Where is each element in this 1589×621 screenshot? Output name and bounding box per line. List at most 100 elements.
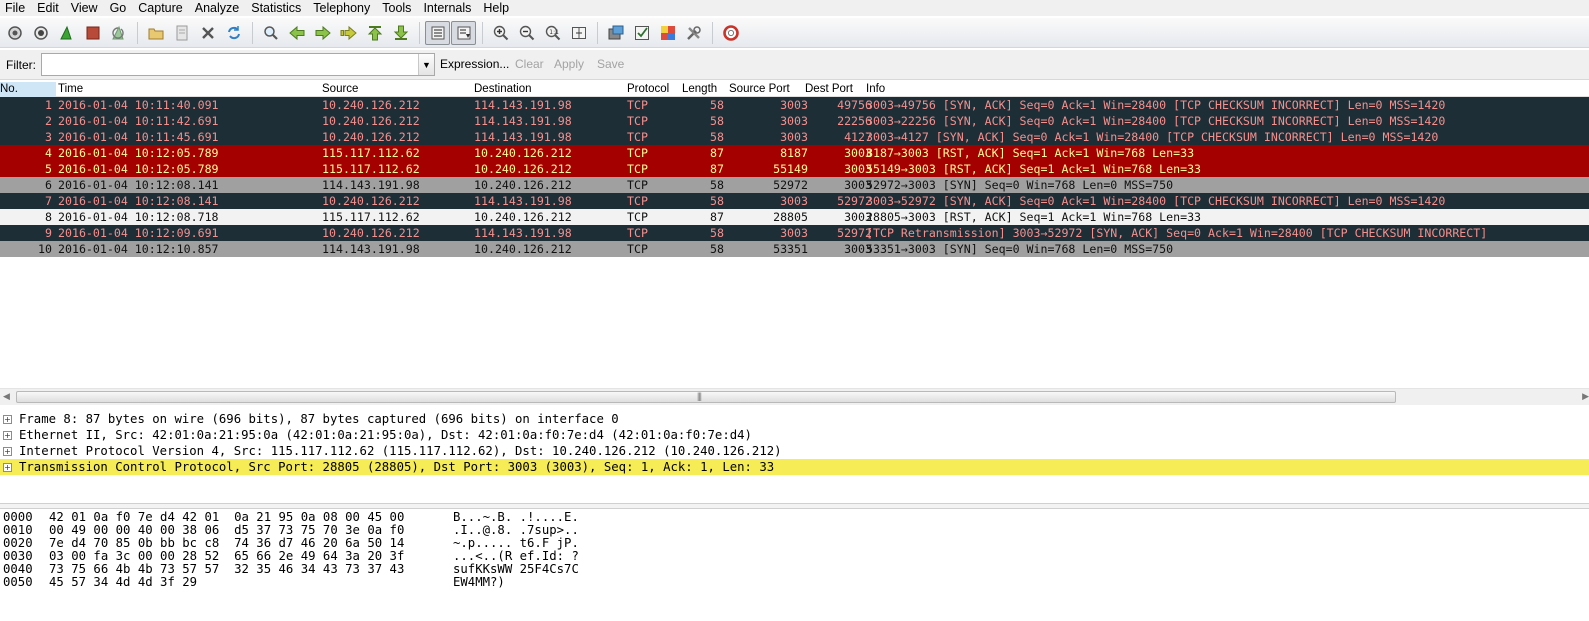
- packet-source-port: 52972: [773, 178, 808, 192]
- detail-tree-item[interactable]: + Frame 8: 87 bytes on wire (696 bits), 8…: [0, 411, 1589, 427]
- interface-list-icon[interactable]: [2, 21, 27, 45]
- packet-row[interactable]: 5 2016-01-04 10:12:05.789 115.117.112.62 10…: [0, 161, 1589, 177]
- resize-columns-icon[interactable]: [566, 21, 591, 45]
- packet-row[interactable]: 4 2016-01-04 10:12:05.789 115.117.112.62 10…: [0, 145, 1589, 161]
- menu-telephony[interactable]: Telephony: [307, 0, 376, 16]
- menu-file[interactable]: File: [0, 0, 31, 16]
- scroll-right-icon[interactable]: ▶: [1582, 391, 1589, 402]
- packet-source-port: 53351: [773, 242, 808, 256]
- packet-source-port: 3003: [780, 130, 808, 144]
- packet-list: 1 2016-01-04 10:11:40.091 10.240.126.212 11…: [0, 97, 1589, 257]
- expand-icon[interactable]: +: [3, 463, 12, 472]
- preferences-icon[interactable]: [681, 21, 706, 45]
- go-back-icon[interactable]: [284, 21, 309, 45]
- column-header-time[interactable]: Time: [58, 82, 83, 97]
- packet-source-port: 55149: [773, 162, 808, 176]
- filter-label: Filter:: [6, 57, 36, 72]
- go-last-icon[interactable]: [388, 21, 413, 45]
- find-packet-icon[interactable]: [258, 21, 283, 45]
- filter-combobox[interactable]: ▼: [41, 53, 435, 76]
- packet-row[interactable]: 8 2016-01-04 10:12:08.718 115.117.112.62 10…: [0, 209, 1589, 225]
- hex-bytes[interactable]: 45 57 34 4d 4d 3f 29: [49, 576, 197, 589]
- menu-statistics[interactable]: Statistics: [245, 0, 307, 16]
- column-header-protocol[interactable]: Protocol: [627, 82, 669, 97]
- packet-row[interactable]: 7 2016-01-04 10:12:08.141 10.240.126.212 11…: [0, 193, 1589, 209]
- go-to-packet-icon[interactable]: [336, 21, 361, 45]
- packet-length: 58: [710, 226, 724, 240]
- zoom-normal-icon[interactable]: 1:1: [540, 21, 565, 45]
- save-button[interactable]: Save: [597, 57, 624, 71]
- capture-options-icon[interactable]: [28, 21, 53, 45]
- packet-row[interactable]: 10 2016-01-04 10:12:10.857 114.143.191.98 1…: [0, 241, 1589, 257]
- save-file-icon[interactable]: [169, 21, 194, 45]
- hex-ascii[interactable]: EW4MM?): [453, 576, 505, 589]
- packet-protocol: TCP: [627, 114, 648, 128]
- auto-scroll-icon[interactable]: [451, 20, 476, 45]
- column-header-dest-port[interactable]: Dest Port: [805, 82, 853, 97]
- scroll-left-icon[interactable]: ◀: [3, 391, 10, 402]
- detail-tree-item[interactable]: + Transmission Control Protocol, Src Port…: [0, 459, 1589, 475]
- packet-info: 28805→3003 [RST, ACK] Seq=1 Ack=1 Win=76…: [866, 210, 1202, 224]
- close-file-icon[interactable]: [195, 21, 220, 45]
- colorize-icon[interactable]: [425, 20, 450, 45]
- zoom-in-icon[interactable]: [488, 21, 513, 45]
- packet-row[interactable]: 2 2016-01-04 10:11:42.691 10.240.126.212 11…: [0, 113, 1589, 129]
- reload-icon[interactable]: [221, 21, 246, 45]
- go-first-icon[interactable]: [362, 21, 387, 45]
- packet-row[interactable]: 1 2016-01-04 10:11:40.091 10.240.126.212 11…: [0, 97, 1589, 113]
- packet-source: 10.240.126.212: [322, 130, 420, 144]
- menu-tools[interactable]: Tools: [376, 0, 417, 16]
- expand-icon[interactable]: +: [3, 431, 12, 440]
- filter-input[interactable]: [42, 54, 418, 75]
- capture-filters-icon[interactable]: [603, 21, 628, 45]
- scrollbar-thumb[interactable]: |||: [16, 391, 1396, 403]
- display-filters-icon[interactable]: [629, 21, 654, 45]
- packet-source-port: 8187: [780, 146, 808, 160]
- toolbar-separator: [712, 21, 713, 44]
- menu-go[interactable]: Go: [104, 0, 133, 16]
- chevron-down-icon[interactable]: ▼: [418, 54, 434, 75]
- menu-view[interactable]: View: [65, 0, 104, 16]
- expression-button[interactable]: Expression...: [440, 57, 509, 71]
- packet-row[interactable]: 3 2016-01-04 10:11:45.691 10.240.126.212 11…: [0, 129, 1589, 145]
- detail-tree-item[interactable]: + Internet Protocol Version 4, Src: 115.1…: [0, 443, 1589, 459]
- pane-splitter[interactable]: [0, 503, 1589, 509]
- clear-button[interactable]: Clear: [515, 57, 544, 71]
- help-icon[interactable]: [718, 21, 743, 45]
- column-header-length[interactable]: Length: [682, 82, 717, 97]
- column-header-info[interactable]: Info: [866, 82, 885, 97]
- hex-offset[interactable]: 0050: [3, 576, 33, 589]
- restart-capture-icon[interactable]: [106, 21, 131, 45]
- packet-destination: 10.240.126.212: [474, 242, 572, 256]
- packet-length: 58: [710, 98, 724, 112]
- packet-row[interactable]: 6 2016-01-04 10:12:08.141 114.143.191.98 10…: [0, 177, 1589, 193]
- column-header-source-port[interactable]: Source Port: [729, 82, 790, 97]
- zoom-out-icon[interactable]: [514, 21, 539, 45]
- open-file-icon[interactable]: [143, 21, 168, 45]
- detail-tree-item[interactable]: + Ethernet II, Src: 42:01:0a:21:95:0a (42…: [0, 427, 1589, 443]
- packet-row[interactable]: 9 2016-01-04 10:12:09.691 10.240.126.212 11…: [0, 225, 1589, 241]
- packet-destination: 114.143.191.98: [474, 194, 572, 208]
- column-header-no[interactable]: No.: [0, 82, 56, 97]
- coloring-rules-icon[interactable]: [655, 21, 680, 45]
- packet-destination: 114.143.191.98: [474, 114, 572, 128]
- start-capture-icon[interactable]: [54, 21, 79, 45]
- expand-icon[interactable]: +: [3, 447, 12, 456]
- packet-length: 58: [710, 178, 724, 192]
- column-header-destination[interactable]: Destination: [474, 82, 532, 97]
- menu-internals[interactable]: Internals: [417, 0, 477, 16]
- stop-capture-icon[interactable]: [80, 21, 105, 45]
- column-header-source[interactable]: Source: [322, 82, 358, 97]
- packet-info: 52972→3003 [SYN] Seq=0 Win=768 Len=0 MSS…: [866, 178, 1174, 192]
- packet-destination: 114.143.191.98: [474, 226, 572, 240]
- packet-destination: 114.143.191.98: [474, 98, 572, 112]
- packet-list-scrollbar[interactable]: ◀ ||| ▶: [0, 388, 1589, 405]
- menu-capture[interactable]: Capture: [132, 0, 188, 16]
- expand-icon[interactable]: +: [3, 415, 12, 424]
- menu-edit[interactable]: Edit: [31, 0, 65, 16]
- apply-button[interactable]: Apply: [554, 57, 584, 71]
- menu-analyze[interactable]: Analyze: [189, 0, 245, 16]
- go-forward-icon[interactable]: [310, 21, 335, 45]
- menu-help[interactable]: Help: [477, 0, 515, 16]
- filter-bar: Filter: ▼ Expression... Clear Apply Save: [0, 50, 1589, 80]
